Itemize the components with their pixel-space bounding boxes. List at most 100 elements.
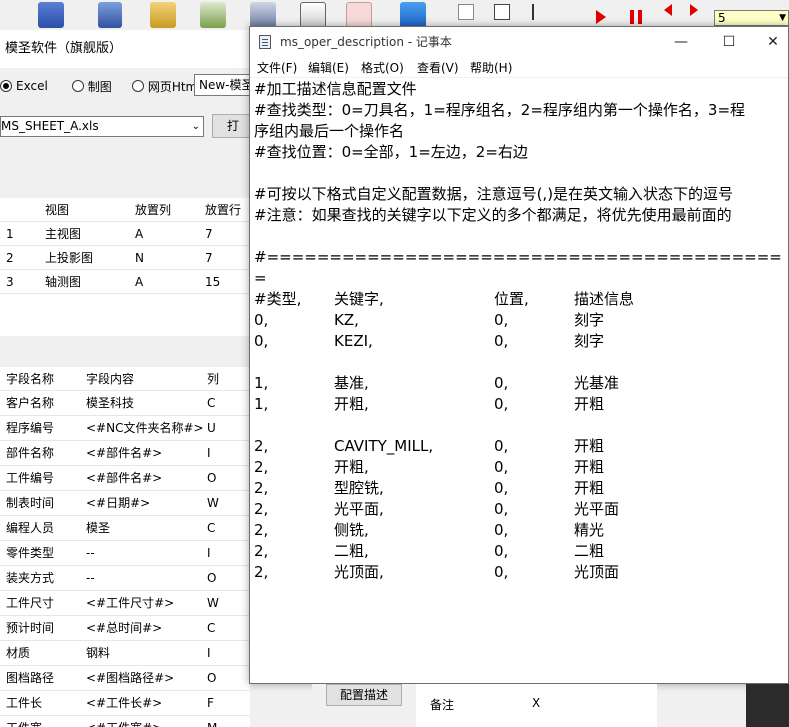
sheet-file-select[interactable]: MS_SHEET_A.xls ⌄ [0,116,204,137]
field-col: I [207,546,211,560]
step-forward-icon[interactable] [690,4,698,16]
open-button[interactable]: 打开 [212,114,250,138]
document-icon[interactable] [300,2,326,28]
field-name: 零件类型 [6,546,55,560]
radio-dot [71,80,84,92]
table-row[interactable]: 装夹方式 -- O [0,566,250,591]
download-arrow-icon[interactable] [346,2,372,28]
table-row[interactable]: 1 主视图 A 7 [0,222,250,246]
minimize-icon[interactable]: — [658,27,704,57]
chevron-down-icon: ⌄ [191,121,200,132]
config-cell: 0, [494,311,509,329]
config-description-button[interactable]: 配置描述 [326,684,402,706]
radio-drawing[interactable]: 制图 [71,78,112,95]
remark-value: X [532,696,541,710]
table-row[interactable]: 部件名称 <#部件名#> I [0,441,250,466]
field-name: 制表时间 [6,496,55,510]
table-row[interactable]: 工件编号 <#部件名#> O [0,466,250,491]
step-back-icon[interactable] [664,4,672,16]
speed-combo[interactable]: 5 ▼ [714,10,789,26]
config-cell: 2, [254,479,269,497]
field-content: -- [86,546,95,560]
field-col: C [207,521,216,535]
spreadsheet-list-icon[interactable] [38,2,64,28]
drill-tool-icon[interactable] [98,2,122,28]
close-icon[interactable]: ✕ [750,27,789,57]
remark-label: 备注 [430,698,455,712]
table-row[interactable]: 图档路径 <#图档路径#> O [0,666,250,691]
config-cell: 精光 [574,521,605,539]
menu-format[interactable]: 格式(O) [361,59,404,76]
radio-html[interactable]: 网页Html [131,78,201,95]
table-row[interactable]: 制表时间 <#日期#> W [0,491,250,516]
field-col: W [207,496,219,510]
play-icon[interactable] [596,10,606,24]
config-cell: KEZI, [334,332,373,350]
notepad-menubar: 文件(F) 编辑(E) 格式(O) 查看(V) 帮助(H) [250,57,788,77]
check-doc-icon[interactable] [200,2,226,28]
config-cell: 位置, [494,290,529,308]
maximize-icon[interactable]: ☐ [706,27,752,57]
config-cell: 0, [494,437,509,455]
field-name: 工件宽 [6,716,42,727]
remark-row: 备注 X [416,684,657,727]
sheet-file-value: MS_SHEET_A.xls [1,119,99,133]
config-cell: 型腔铣, [334,479,384,497]
check-tool-icon[interactable] [150,2,176,28]
radio-excel[interactable]: Excel [0,79,48,93]
table-row[interactable]: 程序编号 <#NC文件夹名称#> U [0,416,250,441]
edit-tools-icon[interactable] [458,4,474,20]
menu-edit[interactable]: 编辑(E) [308,59,349,76]
table-row[interactable]: 2 上投影图 N 7 [0,246,250,270]
config-cell: #类型, [254,290,302,308]
field-content: <#日期#> [86,496,151,510]
config-cell: 开粗 [574,437,605,455]
config-cell: 光基准 [574,374,620,392]
field-col: C [207,621,216,635]
table-row[interactable]: 工件长<#工件长#>F14 [0,691,250,716]
notepad-window[interactable]: ms_oper_description - 记事本 — ☐ ✕ 文件(F) 编辑… [249,26,789,684]
config-cell: 描述信息 [574,290,635,308]
menu-help[interactable]: 帮助(H) [470,59,512,76]
config-cell: 2, [254,563,269,581]
tree-icon[interactable] [532,4,548,20]
text-line: #查找类型：0=刀具名，1=程序组名，2=程序组内第一个操作名，3=程 [254,101,746,119]
settings-tool-icon[interactable] [250,2,276,28]
table-row[interactable]: 工件尺寸 <#工件尺寸#> W [0,591,250,616]
table-row[interactable]: 零件类型 -- I [0,541,250,566]
table-header: 视图 放置列 放置行 [0,198,250,222]
menu-view[interactable]: 查看(V) [417,59,459,76]
config-cell: 2, [254,542,269,560]
check-box-icon[interactable] [400,2,426,28]
config-cell: 0, [494,500,509,518]
view-menu-icon[interactable] [494,4,510,20]
field-content: <#工件尺寸#> [86,596,175,610]
config-cell: 0, [494,332,509,350]
table-row[interactable]: 编程人员 模圣 C [0,516,250,541]
fields-body: 客户名称 模圣科技 C 程序编号 <#NC文件夹名称#> U 部件名称 <#部件名#> I 工件编… [0,391,250,727]
field-col: O [207,471,217,485]
table-row[interactable]: 客户名称 模圣科技 C [0,391,250,416]
dark-panel [746,684,789,727]
config-cell: 0, [494,542,509,560]
field-name: 工件尺寸 [6,596,55,610]
table-row[interactable]: 预计时间 <#总时间#> C [0,616,250,641]
pause-icon[interactable] [630,10,642,24]
config-cell: CAVITY_MILL, [334,437,434,455]
table-row[interactable]: 材质 钢料 I [0,641,250,666]
config-cell: 二粗, [334,542,369,560]
config-cell: 二粗 [574,542,605,560]
config-cell: 2, [254,521,269,539]
table-row[interactable]: 3 轴测图 A 15 [0,270,250,294]
notepad-titlebar[interactable]: ms_oper_description - 记事本 — ☐ ✕ [250,27,788,57]
config-cell: 开粗 [574,458,605,476]
template-name-input[interactable]: New-模圣 [194,74,250,96]
notepad-text-area[interactable]: #加工描述信息配置文件 #查找类型：0=刀具名，1=程序组名，2=程序组内第一个操… [250,77,788,683]
text-line: = [254,269,267,287]
menu-file[interactable]: 文件(F) [257,59,297,76]
speed-combo-value: 5 [718,11,726,25]
field-col: W [207,596,219,610]
config-cell: 2, [254,437,269,455]
table-row[interactable]: 工件宽<#工件宽#>M10 [0,716,250,727]
field-content: <#部件名#> [86,446,163,460]
